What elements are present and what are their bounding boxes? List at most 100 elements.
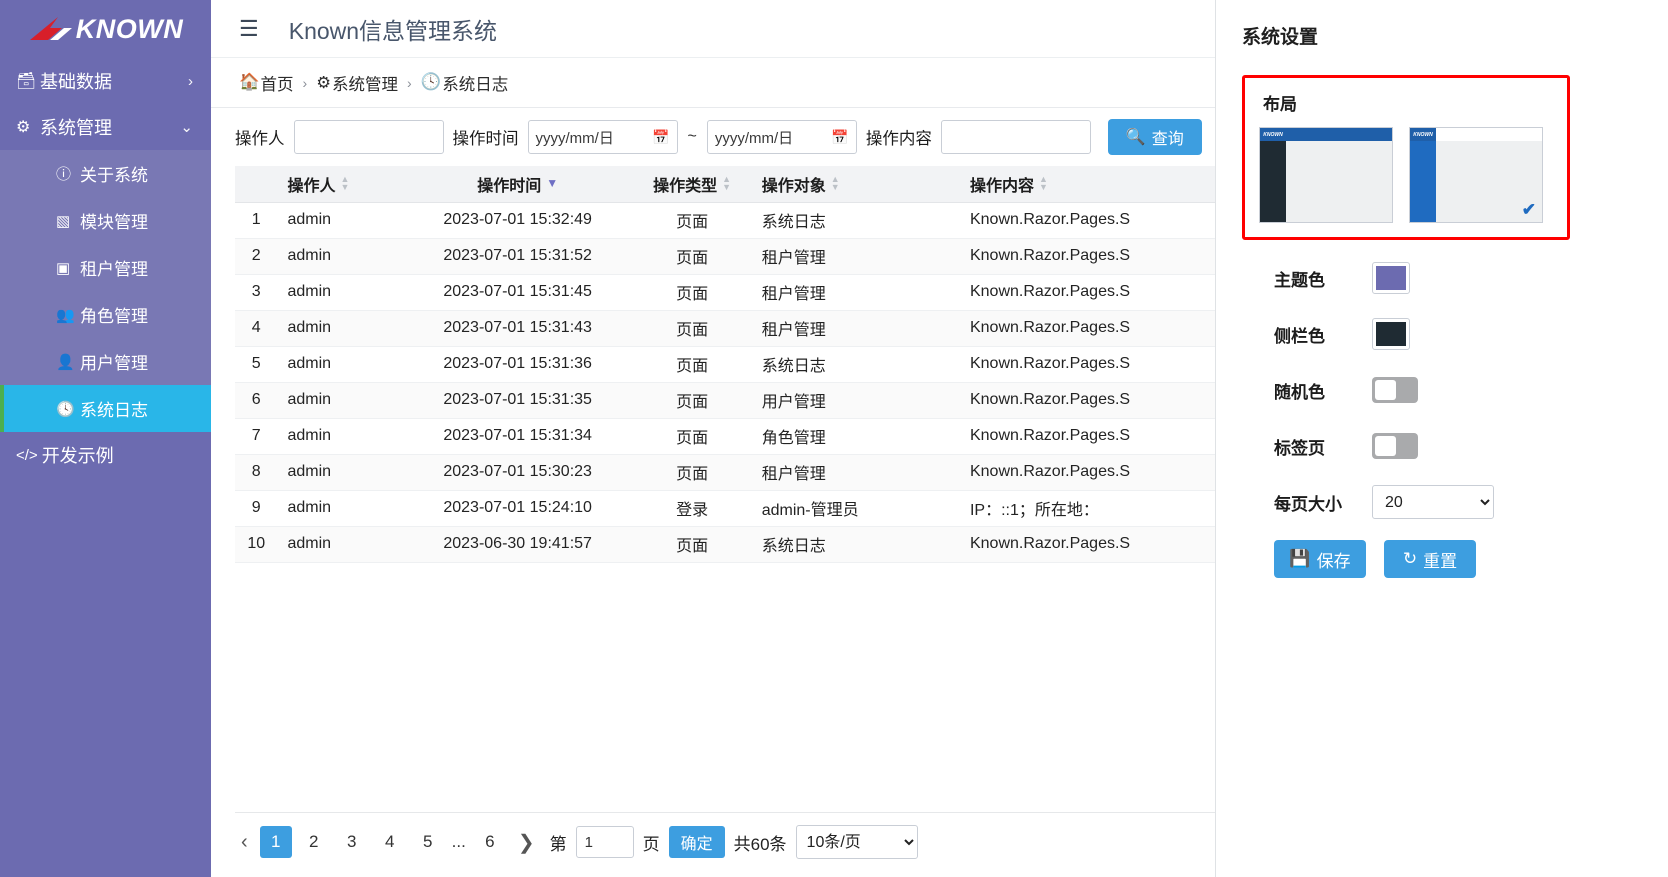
- sidebar-group-system-manage[interactable]: ⚙ 系统管理 ⌄: [0, 104, 211, 150]
- sidebar-item-about-system[interactable]: ⓘ 关于系统: [0, 150, 211, 197]
- cell-cont: Known.Razor.Pages.S: [949, 382, 1215, 419]
- breadcrumb-item-home[interactable]: 🏠 首页: [239, 71, 294, 95]
- cell-user: admin: [277, 274, 399, 311]
- save-button[interactable]: 💾 保存: [1274, 540, 1366, 578]
- breadcrumb-item-system-log[interactable]: 🕓 系统日志: [421, 71, 509, 95]
- column-operator[interactable]: 操作人 ▲ ▼: [277, 166, 399, 203]
- layout-label: 布局: [1263, 95, 1297, 114]
- cell-cont: IP：::1；所在地：: [949, 490, 1215, 527]
- theme-color-swatch[interactable]: [1372, 262, 1410, 294]
- breadcrumb-label: 系统日志: [442, 75, 509, 94]
- home-icon: 🏠: [239, 73, 260, 91]
- layout-option-full-side-blue[interactable]: KNOWN ✔: [1409, 127, 1543, 223]
- time-from-value: yyyy/mm/日: [535, 129, 614, 147]
- gears-icon: ⚙: [316, 73, 332, 92]
- table-row[interactable]: 3 admin 2023-07-01 15:31:45 页面 租户管理 Known.Raz…: [235, 274, 1215, 311]
- table-row[interactable]: 7 admin 2023-07-01 15:31:34 页面 角色管理 Known.Raz…: [235, 418, 1215, 455]
- sidebar-item-label: 关于系统: [80, 166, 148, 185]
- chevron-right-icon[interactable]: ❯: [512, 830, 541, 855]
- sidebar-item-dev-example[interactable]: </> 开发示例: [0, 432, 211, 478]
- sidebar-item-label: 用户管理: [80, 354, 148, 373]
- cell-time: 2023-07-01 15:24:10: [398, 490, 637, 527]
- table-row[interactable]: 5 admin 2023-07-01 15:31:36 页面 系统日志 Known.Raz…: [235, 346, 1215, 383]
- goto-confirm-button[interactable]: 确定: [668, 826, 725, 858]
- sort-icon-desc[interactable]: ▲▼: [546, 177, 558, 189]
- cell-user: admin: [277, 346, 399, 383]
- page-button-1[interactable]: 1: [259, 826, 292, 858]
- log-table: 操作人 ▲▼ 操作时间 ▲▼ 操作类型: [235, 166, 1215, 563]
- save-button-label: 保存: [1316, 551, 1351, 571]
- total-count-label: 共60条: [733, 834, 787, 854]
- cell-idx: 2: [235, 238, 278, 275]
- table-header: 操作人 ▲▼ 操作时间 ▲▼ 操作类型: [235, 166, 1215, 203]
- sort-icon[interactable]: ▲ ▼: [722, 175, 731, 192]
- cell-type: 页面: [636, 454, 748, 491]
- settings-page-size-select[interactable]: 102050100: [1372, 485, 1494, 519]
- goto-page-input[interactable]: [575, 826, 634, 858]
- random-color-label: 随机色: [1274, 382, 1325, 402]
- page-size-select[interactable]: 10条/页20条/页50条/页100条/页: [795, 825, 918, 859]
- id-card-icon: ▣: [56, 259, 71, 277]
- sort-icon[interactable]: ▲ ▼: [1039, 175, 1048, 192]
- column-content[interactable]: 操作内容 ▲ ▼: [949, 166, 1215, 203]
- page-button-last[interactable]: 6: [474, 826, 506, 858]
- table-row[interactable]: 6 admin 2023-07-01 15:31:35 页面 用户管理 Known.Raz…: [235, 382, 1215, 419]
- filter-bar: 操作人 操作时间 yyyy/mm/日 📅 ~ yyyy/mm/日 📅 操作内容 …: [211, 108, 1215, 166]
- sidebar-item-label: 角色管理: [80, 307, 148, 326]
- random-color-toggle[interactable]: [1372, 377, 1418, 403]
- sidebar-group-basic-data[interactable]: 🗃 基础数据 ›: [0, 58, 211, 104]
- content-input[interactable]: [940, 120, 1091, 154]
- column-label: 操作内容: [969, 177, 1034, 195]
- breadcrumb-item-system-manage[interactable]: ⚙ 系统管理: [316, 71, 398, 95]
- topbar: ☰ Known信息管理系统: [211, 0, 1215, 58]
- sidebar-logo[interactable]: KNOWN: [0, 0, 211, 58]
- table-row[interactable]: 10 admin 2023-06-30 19:41:57 页面 系统日志 Known.Ra…: [235, 526, 1215, 563]
- column-type[interactable]: 操作类型 ▲ ▼: [636, 166, 748, 203]
- table-header-row: 操作人 ▲▼ 操作时间 ▲▼ 操作类型: [235, 166, 1215, 203]
- setting-row-page-size: 每页大小 102050100: [1242, 474, 1642, 530]
- table-row[interactable]: 9 admin 2023-07-01 15:24:10 登录 admin-管理员 IP：:…: [235, 490, 1215, 527]
- time-to-input[interactable]: yyyy/mm/日 📅: [706, 120, 857, 154]
- thumb-logo: KNOWN: [1410, 128, 1436, 141]
- page-button-5[interactable]: 5: [412, 826, 444, 858]
- breadcrumb: 🏠 首页 › ⚙ 系统管理 › 🕓 系统日志: [211, 58, 1215, 108]
- query-button[interactable]: 🔍 查询: [1107, 119, 1202, 155]
- layout-option-top-bar-dark-side[interactable]: KNOWN: [1259, 127, 1393, 223]
- sidebar: KNOWN 🗃 基础数据 › ⚙ 系统管理 ⌄ ⓘ 关于系统 ▧ 模块管理 ▣ …: [0, 0, 211, 877]
- operator-input[interactable]: [293, 120, 444, 154]
- sidebar-item-user-manage[interactable]: 👤 用户管理: [0, 338, 211, 385]
- cell-time: 2023-07-01 15:32:49: [398, 202, 637, 239]
- cell-cont: Known.Razor.Pages.S: [949, 454, 1215, 491]
- tabs-toggle[interactable]: [1372, 433, 1418, 459]
- cell-time: 2023-07-01 15:31:36: [398, 346, 637, 383]
- time-from-input[interactable]: yyyy/mm/日 📅: [527, 120, 678, 154]
- sidebar-item-tenant-manage[interactable]: ▣ 租户管理: [0, 244, 211, 291]
- table-row[interactable]: 8 admin 2023-07-01 15:30:23 页面 租户管理 Known.Raz…: [235, 454, 1215, 491]
- column-object[interactable]: 操作对象 ▲ ▼: [747, 166, 950, 203]
- table-row[interactable]: 1 admin 2023-07-01 15:32:49 页面 系统日志 Known.Raz…: [235, 202, 1215, 239]
- sort-icon[interactable]: ▲ ▼: [340, 175, 349, 192]
- hamburger-indent-icon[interactable]: ☰: [239, 17, 259, 40]
- settings-actions: 💾 保存 ↻ 重置: [1242, 540, 1642, 578]
- table-row[interactable]: 2 admin 2023-07-01 15:31:52 页面 租户管理 Known.Raz…: [235, 238, 1215, 275]
- sort-icon[interactable]: ▲ ▼: [831, 175, 840, 192]
- page-button-4[interactable]: 4: [374, 826, 406, 858]
- chevron-left-icon[interactable]: ‹: [235, 831, 254, 854]
- column-time[interactable]: 操作时间 ▲▼: [398, 166, 637, 203]
- sidebar-item-label: 租户管理: [80, 260, 148, 279]
- page-button-2[interactable]: 2: [298, 826, 330, 858]
- table-row[interactable]: 4 admin 2023-07-01 15:31:43 页面 租户管理 Known.Raz…: [235, 310, 1215, 347]
- calendar-icon: 📅: [652, 128, 670, 145]
- sidebar-item-role-manage[interactable]: 👥 角色管理: [0, 291, 211, 338]
- reset-button[interactable]: ↻ 重置: [1384, 540, 1476, 578]
- info-circle-icon: ⓘ: [56, 166, 72, 183]
- goto-suffix-label: 页: [642, 834, 660, 854]
- theme-color-label: 主题色: [1274, 270, 1325, 290]
- cell-idx: 5: [235, 346, 278, 383]
- sidebar-item-module-manage[interactable]: ▧ 模块管理: [0, 197, 211, 244]
- sidebar-item-system-log[interactable]: 🕓 系统日志: [0, 385, 211, 432]
- sidebar-color-swatch[interactable]: [1372, 318, 1410, 350]
- cell-user: admin: [277, 310, 399, 347]
- cell-obj: 租户管理: [747, 238, 950, 275]
- page-button-3[interactable]: 3: [336, 826, 368, 858]
